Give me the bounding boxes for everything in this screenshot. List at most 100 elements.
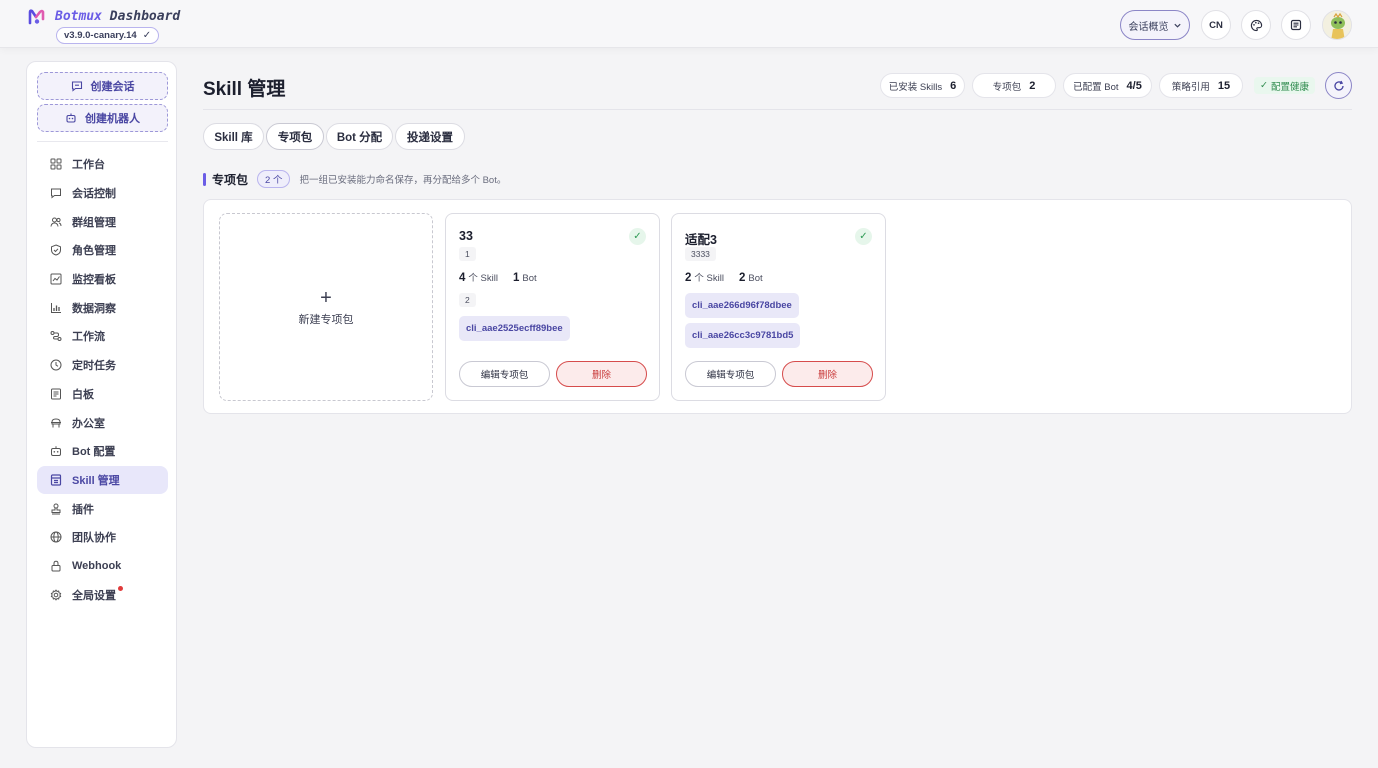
sidebar-item-scheduled[interactable]: 定时任务: [37, 351, 168, 380]
sidebar-item-global-settings[interactable]: 全局设置: [37, 580, 168, 609]
section-header: 专项包 2 个 把一组已安装能力命名保存，再分配给多个 Bot。: [203, 170, 506, 188]
create-session-button[interactable]: 创建会话: [37, 72, 168, 100]
tab-label: 投递设置: [407, 131, 453, 144]
delete-package-button[interactable]: 删除: [782, 361, 873, 387]
brand-prefix: Botmux: [55, 9, 102, 24]
tab-delivery-settings[interactable]: 投递设置: [395, 123, 465, 150]
skill-unit: 个 Skill: [694, 273, 724, 284]
refresh-button[interactable]: [1325, 72, 1352, 99]
bot-count: 1: [512, 272, 520, 284]
package-name: 适配3: [685, 233, 717, 247]
sidebar-item-skill-management[interactable]: Skill 管理: [37, 465, 168, 495]
skill-chip: cli_aae26cc3c9781bd5: [685, 323, 801, 348]
new-package-card[interactable]: + 新建专项包: [219, 213, 433, 401]
sidebar-item-label: 全局设置: [72, 589, 116, 602]
tab-label: 专项包: [277, 131, 313, 144]
bot-unit: Bot: [748, 273, 763, 284]
sidebar-item-roles[interactable]: 角色管理: [37, 236, 168, 265]
header-divider: [203, 109, 1352, 110]
document-icon: [1290, 19, 1302, 31]
sidebar-item-label: 团队协作: [72, 532, 116, 545]
sidebar-item-label: Bot 配置: [72, 446, 116, 459]
sidebar-item-workbench[interactable]: 工作台: [37, 150, 168, 179]
sidebar-item-label: 监控看板: [72, 274, 116, 287]
stat-label: 已安装 Skills: [888, 81, 943, 93]
stat-value: 2: [1029, 79, 1036, 92]
package-card: 适配3 ✓ 3333 2 个 Skill 2 Bot cli_aae266d96…: [671, 213, 886, 401]
check-icon: ✓: [1260, 80, 1268, 91]
sidebar-item-label: 白板: [72, 388, 94, 401]
session-overview-button[interactable]: 会话概览: [1120, 10, 1190, 40]
tab-bot-assignment[interactable]: Bot 分配: [326, 123, 393, 150]
section-accent-bar: [203, 172, 206, 186]
users-icon: [50, 217, 62, 227]
sidebar-item-webhook[interactable]: Webhook: [37, 552, 168, 581]
grid-icon: [50, 158, 62, 170]
sidebar-item-label: 定时任务: [72, 360, 116, 373]
stat-label: 专项包: [992, 81, 1022, 93]
tab-label: Skill 库: [214, 131, 253, 144]
sidebar-item-whiteboard[interactable]: 白板: [37, 380, 168, 409]
sidebar-item-sessions[interactable]: 会话控制: [37, 179, 168, 208]
session-overview-label: 会话概览: [1128, 21, 1169, 33]
palette-icon: [1250, 19, 1262, 31]
package-description: 3333: [685, 247, 716, 261]
sidebar-item-label: 办公室: [72, 417, 105, 430]
sidebar-item-insights[interactable]: 数据洞察: [37, 293, 168, 322]
package-name: 33: [459, 229, 473, 243]
section-description: 把一组已安装能力命名保存，再分配给多个 Bot。: [299, 175, 507, 186]
edit-package-button[interactable]: 编辑专项包: [685, 361, 776, 387]
top-bar: Botmux Dashboard v3.9.0-canary.14 ✓ 会话概览…: [0, 0, 1378, 48]
chat-plus-icon: [71, 81, 82, 92]
monitor-icon: [50, 273, 62, 285]
page-title: Skill 管理: [203, 79, 286, 100]
sidebar-item-groups[interactable]: 群组管理: [37, 207, 168, 236]
avatar[interactable]: [1322, 10, 1352, 40]
bot-count: 2: [738, 272, 746, 284]
sidebar-item-workflow[interactable]: 工作流: [37, 322, 168, 351]
bot-icon: [66, 113, 76, 123]
stat-value: 6: [950, 79, 957, 92]
skill-chip: cli_aae2525ecff89bee: [459, 316, 570, 341]
sidebar-item-label: 工作流: [72, 331, 105, 344]
plugin-icon: [51, 503, 61, 515]
shield-icon: [51, 244, 61, 256]
health-label: 配置健康: [1270, 81, 1309, 93]
stat-packages: 专项包 2: [972, 73, 1056, 98]
brand-suffix: Dashboard: [109, 9, 181, 24]
sidebar-item-office[interactable]: 办公室: [37, 408, 168, 437]
delete-package-button[interactable]: 删除: [556, 361, 647, 387]
sidebar-item-label: 会话控制: [72, 188, 116, 201]
language-button[interactable]: CN: [1201, 10, 1231, 40]
logs-button[interactable]: [1281, 10, 1311, 40]
create-bot-button[interactable]: 创建机器人: [37, 104, 168, 132]
botmux-logo-icon: [28, 9, 45, 25]
sidebar-item-plugins[interactable]: 插件: [37, 494, 168, 523]
sidebar-item-bot-config[interactable]: Bot 配置: [37, 437, 168, 466]
check-icon: ✓: [142, 30, 152, 41]
sidebar-item-label: 群组管理: [72, 216, 116, 229]
sidebar: 创建会话 创建机器人 工作台 会话控制 群组管理 角色管理 监控看板 数据洞察: [26, 61, 177, 748]
stat-installed-skills: 已安装 Skills 6: [880, 73, 965, 98]
sidebar-item-monitor[interactable]: 监控看板: [37, 265, 168, 294]
tab-skill-library[interactable]: Skill 库: [203, 123, 264, 150]
sidebar-item-label: 工作台: [72, 159, 105, 172]
sidebar-item-label: Skill 管理: [72, 474, 120, 487]
sidebar-item-label: 角色管理: [72, 245, 116, 258]
package-description: 1: [459, 247, 476, 261]
theme-button[interactable]: [1241, 10, 1271, 40]
package-count-badge: 2 个: [257, 170, 291, 188]
sidebar-item-label: Webhook: [72, 559, 122, 572]
create-bot-label: 创建机器人: [85, 113, 140, 125]
stat-value: 4/5: [1126, 79, 1142, 92]
bot-icon: [51, 446, 61, 457]
skill-count: 4: [459, 272, 466, 284]
sidebar-item-team[interactable]: 团队协作: [37, 523, 168, 552]
whiteboard-icon: [51, 388, 61, 400]
sidebar-nav: 工作台 会话控制 群组管理 角色管理 监控看板 数据洞察 工作流 定时任务 白板…: [37, 150, 168, 609]
stat-label: 已配置 Bot: [1073, 81, 1119, 93]
config-health-badge: ✓ 配置健康: [1254, 77, 1315, 94]
tab-packages[interactable]: 专项包: [266, 123, 324, 150]
skill-count: 2: [685, 272, 692, 284]
edit-package-button[interactable]: 编辑专项包: [459, 361, 550, 387]
